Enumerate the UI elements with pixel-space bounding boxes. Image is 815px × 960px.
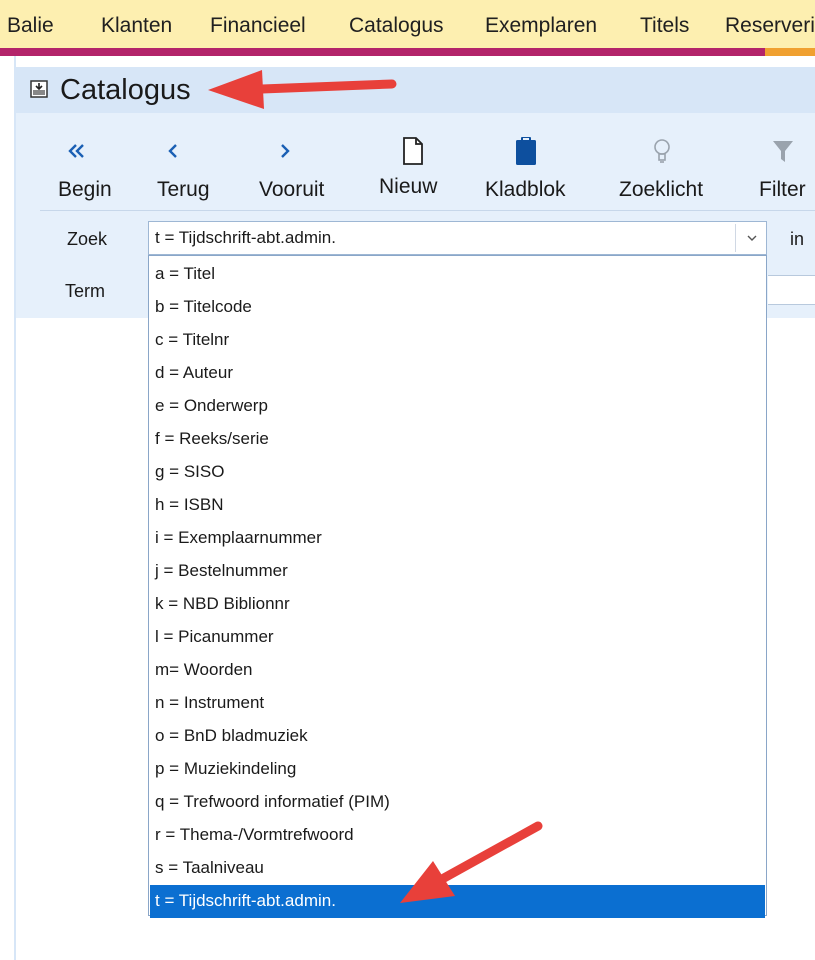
dropdown-option[interactable]: r = Thema-/Vormtrefwoord	[150, 819, 765, 852]
combo-divider	[735, 224, 736, 252]
dropdown-option-label: n = Instrument	[155, 693, 265, 712]
dropdown-option[interactable]: d = Auteur	[150, 357, 765, 390]
dropdown-option-label: o = BnD bladmuziek	[155, 726, 308, 745]
accent-stripe-orange	[765, 48, 815, 56]
chevron-right-icon[interactable]	[272, 136, 298, 166]
double-chevron-left-icon[interactable]	[62, 136, 92, 166]
dropdown-option[interactable]: e = Onderwerp	[150, 390, 765, 423]
dropdown-option[interactable]: g = SISO	[150, 456, 765, 489]
menu-item-exemplaren[interactable]: Exemplaren	[485, 14, 597, 38]
dropdown-option[interactable]: m= Woorden	[150, 654, 765, 687]
toolbar-vooruit-button[interactable]: Vooruit	[259, 178, 324, 202]
accent-stripe	[0, 48, 815, 56]
toolbar-filter-button[interactable]: Filter	[759, 178, 806, 202]
chevron-down-icon[interactable]	[744, 230, 760, 246]
new-document-icon[interactable]	[398, 136, 428, 166]
menu-item-financieel[interactable]: Financieel	[210, 14, 306, 38]
dropdown-option-label: s = Taalniveau	[155, 858, 264, 877]
dropdown-option-label: g = SISO	[155, 462, 225, 481]
toolbar-kladblok-button[interactable]: Kladblok	[485, 178, 566, 202]
dropdown-option-label: q = Trefwoord informatief (PIM)	[155, 792, 390, 811]
zoek-label: Zoek	[67, 229, 108, 249]
clipboard-icon[interactable]	[511, 136, 541, 166]
dropdown-option[interactable]: c = Titelnr	[150, 324, 765, 357]
term-input[interactable]	[768, 275, 815, 305]
dropdown-option-label: p = Muziekindeling	[155, 759, 297, 778]
dropdown-option[interactable]: j = Bestelnummer	[150, 555, 765, 588]
search-field-value: t = Tijdschrift-abt.admin.	[155, 228, 336, 247]
dropdown-option[interactable]: i = Exemplaarnummer	[150, 522, 765, 555]
menu-item-klanten[interactable]: Klanten	[101, 14, 172, 38]
menu-item-catalogus[interactable]: Catalogus	[349, 14, 444, 38]
window-icon	[30, 80, 48, 98]
dropdown-option[interactable]: k = NBD Biblionnr	[150, 588, 765, 621]
dropdown-option-label: m= Woorden	[155, 660, 253, 679]
dropdown-option-label: k = NBD Biblionnr	[155, 594, 290, 613]
in-label: in	[790, 229, 805, 249]
dropdown-option-label: h = ISBN	[155, 495, 224, 514]
dropdown-option[interactable]: p = Muziekindeling	[150, 753, 765, 786]
filter-icon[interactable]	[768, 136, 798, 166]
toolbar-terug-button[interactable]: Terug	[157, 178, 210, 202]
term-label: Term	[65, 281, 105, 301]
dropdown-option-label: r = Thema-/Vormtrefwoord	[155, 825, 354, 844]
dropdown-option[interactable]: a = Titel	[150, 258, 765, 291]
menu-item-reserveringen[interactable]: Reserveri	[725, 14, 815, 38]
dropdown-option[interactable]: f = Reeks/serie	[150, 423, 765, 456]
toolbar-divider	[40, 210, 815, 211]
menu-item-titels[interactable]: Titels	[640, 14, 689, 38]
dropdown-option-label: e = Onderwerp	[155, 396, 268, 415]
toolbar-zoeklicht-button[interactable]: Zoeklicht	[619, 178, 703, 202]
dropdown-option-label: j = Bestelnummer	[155, 561, 288, 580]
toolbar-begin-button[interactable]: Begin	[58, 178, 112, 202]
dropdown-option-label: d = Auteur	[155, 363, 233, 382]
search-field-dropdown: a = Titel b = Titelcode c = Titelnr d = Aut…	[148, 255, 767, 918]
menu-item-balie[interactable]: Balie	[7, 14, 54, 38]
dropdown-option[interactable]: s = Taalniveau	[150, 852, 765, 885]
dropdown-option[interactable]: t = Tijdschrift-abt.admin.	[150, 885, 765, 918]
dropdown-option[interactable]: h = ISBN	[150, 489, 765, 522]
menu-bar: Balie Klanten Financieel Catalogus Exemp…	[0, 0, 815, 48]
dropdown-option[interactable]: n = Instrument	[150, 687, 765, 720]
chevron-left-icon[interactable]	[160, 136, 186, 166]
dropdown-option[interactable]: b = Titelcode	[150, 291, 765, 324]
window-title: Catalogus	[60, 74, 191, 106]
dropdown-option-label: i = Exemplaarnummer	[155, 528, 322, 547]
toolbar-nieuw-button[interactable]: Nieuw	[379, 175, 437, 199]
dropdown-option-label: t = Tijdschrift-abt.admin.	[155, 891, 336, 910]
dropdown-option-label: f = Reeks/serie	[155, 429, 269, 448]
dropdown-option[interactable]: l = Picanummer	[150, 621, 765, 654]
lightbulb-icon[interactable]	[647, 136, 677, 166]
dropdown-option-label: c = Titelnr	[155, 330, 230, 349]
dropdown-option-label: a = Titel	[155, 264, 216, 283]
dropdown-option-label: l = Picanummer	[155, 627, 274, 646]
dropdown-option[interactable]: q = Trefwoord informatief (PIM)	[150, 786, 765, 819]
dropdown-option-label: b = Titelcode	[155, 297, 252, 316]
dropdown-option[interactable]: o = BnD bladmuziek	[150, 720, 765, 753]
search-field-select[interactable]: t = Tijdschrift-abt.admin.	[148, 221, 767, 255]
